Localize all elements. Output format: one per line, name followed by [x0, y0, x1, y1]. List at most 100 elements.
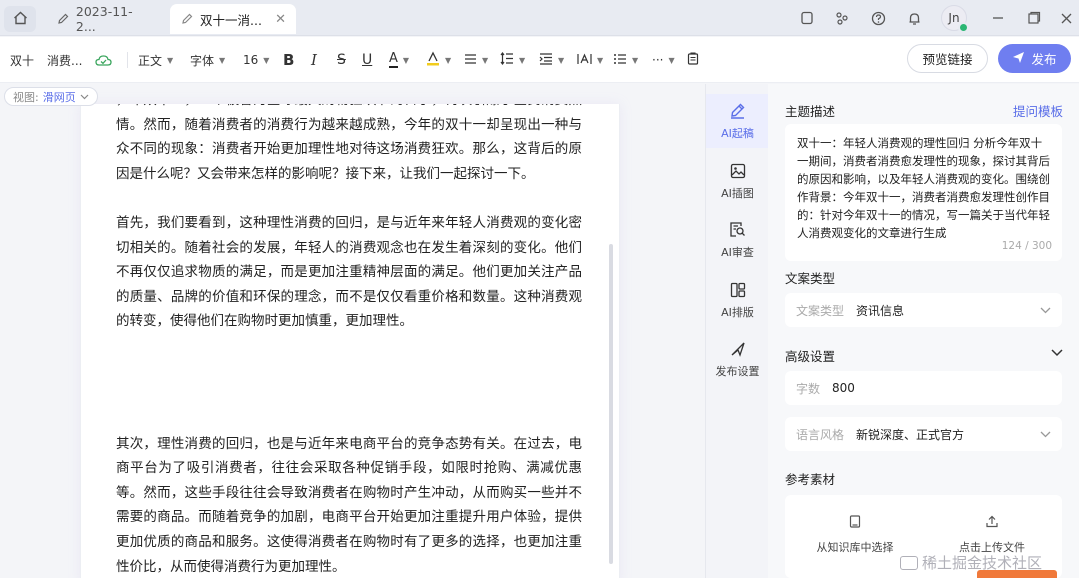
rail-item-ai-illustration[interactable]: AI插图	[706, 154, 769, 208]
avatar-initials: Jn	[948, 11, 960, 25]
publish-button[interactable]: 发布	[998, 44, 1071, 73]
more-button[interactable]: ··· ▼	[652, 37, 675, 83]
juejin-logo-icon	[900, 555, 918, 570]
language-style-select[interactable]: 语言风格 新锐深度、正式官方	[785, 417, 1062, 451]
topic-description-text: 双十一：年轻人消费观的理性回归 分析今年双十一期间，消费者消费愈发理性的现象，探…	[797, 136, 1050, 240]
document-body[interactable]: ，年双十一，一个被誉为全球最大购物狂欢节的日子，再次引爆了全民消费热情。然而，随…	[116, 104, 582, 578]
online-status-icon	[958, 22, 969, 33]
help-icon[interactable]	[868, 8, 888, 28]
caret-down-icon: ▼	[558, 55, 565, 65]
view-mode-value: 滑网页	[42, 90, 76, 104]
line-height-button[interactable]: ▼	[500, 37, 525, 83]
font-family-value: 字体	[190, 53, 215, 68]
bell-icon[interactable]	[904, 8, 924, 28]
view-mode-label: 视图:	[13, 90, 39, 104]
paragraph-style-value: 正文	[138, 53, 163, 68]
list-icon	[613, 53, 627, 68]
paragraph[interactable]: ，年双十一，一个被誉为全球最大购物狂欢节的日子，再次引爆了全民消费热情。然而，随…	[116, 104, 582, 186]
rail-item-ai-draft[interactable]: AI起稿	[706, 94, 769, 148]
rail-item-ai-review[interactable]: AI审查	[706, 213, 769, 267]
copy-type-select[interactable]: 文案类型 资讯信息	[785, 293, 1062, 327]
toolbar-divider	[127, 52, 128, 68]
align-button[interactable]: ▼	[464, 37, 488, 83]
letter-spacing-button[interactable]: ▼	[577, 37, 603, 83]
word-count-field[interactable]: 字数 800	[785, 371, 1062, 405]
paragraph[interactable]: 首先，我们要看到，这种理性消费的回归，是与近年来年轻人消费观的变化密切相关的。随…	[116, 211, 582, 334]
copy-type-title: 文案类型	[785, 271, 836, 286]
minimize-icon[interactable]	[988, 8, 1008, 28]
more-icon: ···	[652, 53, 664, 67]
font-size-select[interactable]: 16 ▼	[243, 37, 269, 83]
clipboard-icon	[687, 52, 699, 68]
preview-link-button[interactable]: 预览链接	[907, 44, 988, 73]
floating-badge	[977, 570, 1057, 578]
underline-button[interactable]: U	[362, 37, 372, 83]
chevron-down-icon	[80, 90, 89, 103]
list-button[interactable]: ▼	[613, 37, 638, 83]
ai-tools-rail: AI起稿 AI插图 AI审查 AI排版 发布设置	[705, 84, 769, 578]
clipboard-button[interactable]	[687, 37, 699, 83]
caret-down-icon: ▼	[519, 55, 526, 65]
send-icon	[1012, 51, 1025, 67]
strikethrough-button[interactable]: S	[337, 37, 346, 83]
image-icon	[729, 162, 747, 180]
home-icon	[13, 11, 28, 28]
collapse-chevron-icon[interactable]	[1051, 346, 1063, 360]
field-value: 新锐深度、正式官方	[856, 427, 965, 442]
layout-icon	[729, 281, 747, 299]
tab-document-active[interactable]: 双十一消... ✕	[170, 4, 296, 34]
field-label: 语言风格	[796, 427, 845, 442]
doc-category[interactable]: 消费...	[47, 37, 82, 83]
question-template-link[interactable]: 提问模板	[1013, 101, 1063, 120]
view-mode-select[interactable]: 视图: 滑网页	[4, 87, 98, 106]
empty-paragraph[interactable]	[116, 359, 582, 432]
rail-item-label: AI起稿	[721, 126, 754, 140]
edit-icon	[56, 12, 70, 26]
document-page[interactable]: ，年双十一，一个被誉为全球最大购物狂欢节的日子，再次引爆了全民消费热情。然而，随…	[80, 104, 620, 578]
font-family-select[interactable]: 字体 ▼	[190, 37, 225, 83]
advanced-settings-title: 高级设置	[785, 349, 836, 364]
edit-icon	[180, 12, 194, 26]
reference-material-title: 参考素材	[785, 472, 836, 487]
upload-file-button[interactable]: 点击上传文件	[932, 515, 1052, 555]
paragraph[interactable]: 其次，理性消费的回归，也是与近年来电商平台的竞争态势有关。在过去，电商平台为了吸…	[116, 432, 582, 578]
close-icon[interactable]: ✕	[275, 12, 286, 27]
chevron-down-icon	[1040, 428, 1051, 441]
letter-spacing-icon	[577, 53, 592, 68]
rail-item-ai-layout[interactable]: AI排版	[706, 273, 769, 327]
highlight-button[interactable]: ▼	[426, 37, 451, 83]
topic-description-textarea[interactable]: 双十一：年轻人消费观的理性回归 分析今年双十一期间，消费者消费愈发理性的现象，探…	[785, 124, 1062, 261]
editor-scrollbar[interactable]	[609, 244, 613, 564]
topic-title: 主题描述	[785, 104, 836, 119]
doc-category-text: 消费...	[47, 53, 83, 68]
caret-down-icon: ▼	[632, 55, 639, 65]
italic-button[interactable]: I	[311, 37, 317, 83]
doc-title[interactable]: 双十	[10, 37, 34, 83]
indent-button[interactable]: ▼	[539, 37, 564, 83]
pen-icon	[729, 102, 747, 120]
editor-area: ，年双十一，一个被誉为全球最大购物狂欢节的日子，再次引爆了全民消费热情。然而，随…	[0, 84, 705, 578]
maximize-icon[interactable]	[1024, 8, 1044, 28]
home-tab[interactable]	[4, 6, 36, 32]
bold-button[interactable]: B	[283, 37, 294, 83]
tab-bar: 2023-11-2... 双十一消... ✕ Jn	[0, 0, 1079, 36]
select-from-knowledge-base-button[interactable]: 从知识库中选择	[795, 515, 915, 555]
field-value: 800	[832, 381, 855, 395]
font-color-button[interactable]: A ▼	[389, 37, 409, 83]
caret-down-icon: ▼	[167, 55, 174, 65]
paragraph-style-select[interactable]: 正文 ▼	[138, 37, 173, 83]
rail-item-publish-settings[interactable]: 发布设置	[706, 332, 769, 386]
cloud-sync-icon[interactable]	[95, 37, 112, 83]
window-icon[interactable]	[797, 8, 817, 28]
document-icon	[849, 515, 861, 531]
indent-icon	[539, 52, 553, 68]
ai-draft-panel: 主题描述 提问模板 双十一：年轻人消费观的理性回归 分析今年双十一期间，消费者消…	[768, 84, 1079, 578]
tab-document-date[interactable]: 2023-11-2...	[46, 4, 162, 34]
publish-label: 发布	[1031, 52, 1057, 67]
share-icon[interactable]	[832, 8, 852, 28]
caret-down-icon: ▼	[597, 55, 604, 65]
close-window-icon[interactable]	[1056, 8, 1076, 28]
rail-item-label: AI插图	[721, 186, 754, 200]
font-color-icon: A	[389, 51, 398, 68]
avatar[interactable]: Jn	[941, 5, 969, 33]
